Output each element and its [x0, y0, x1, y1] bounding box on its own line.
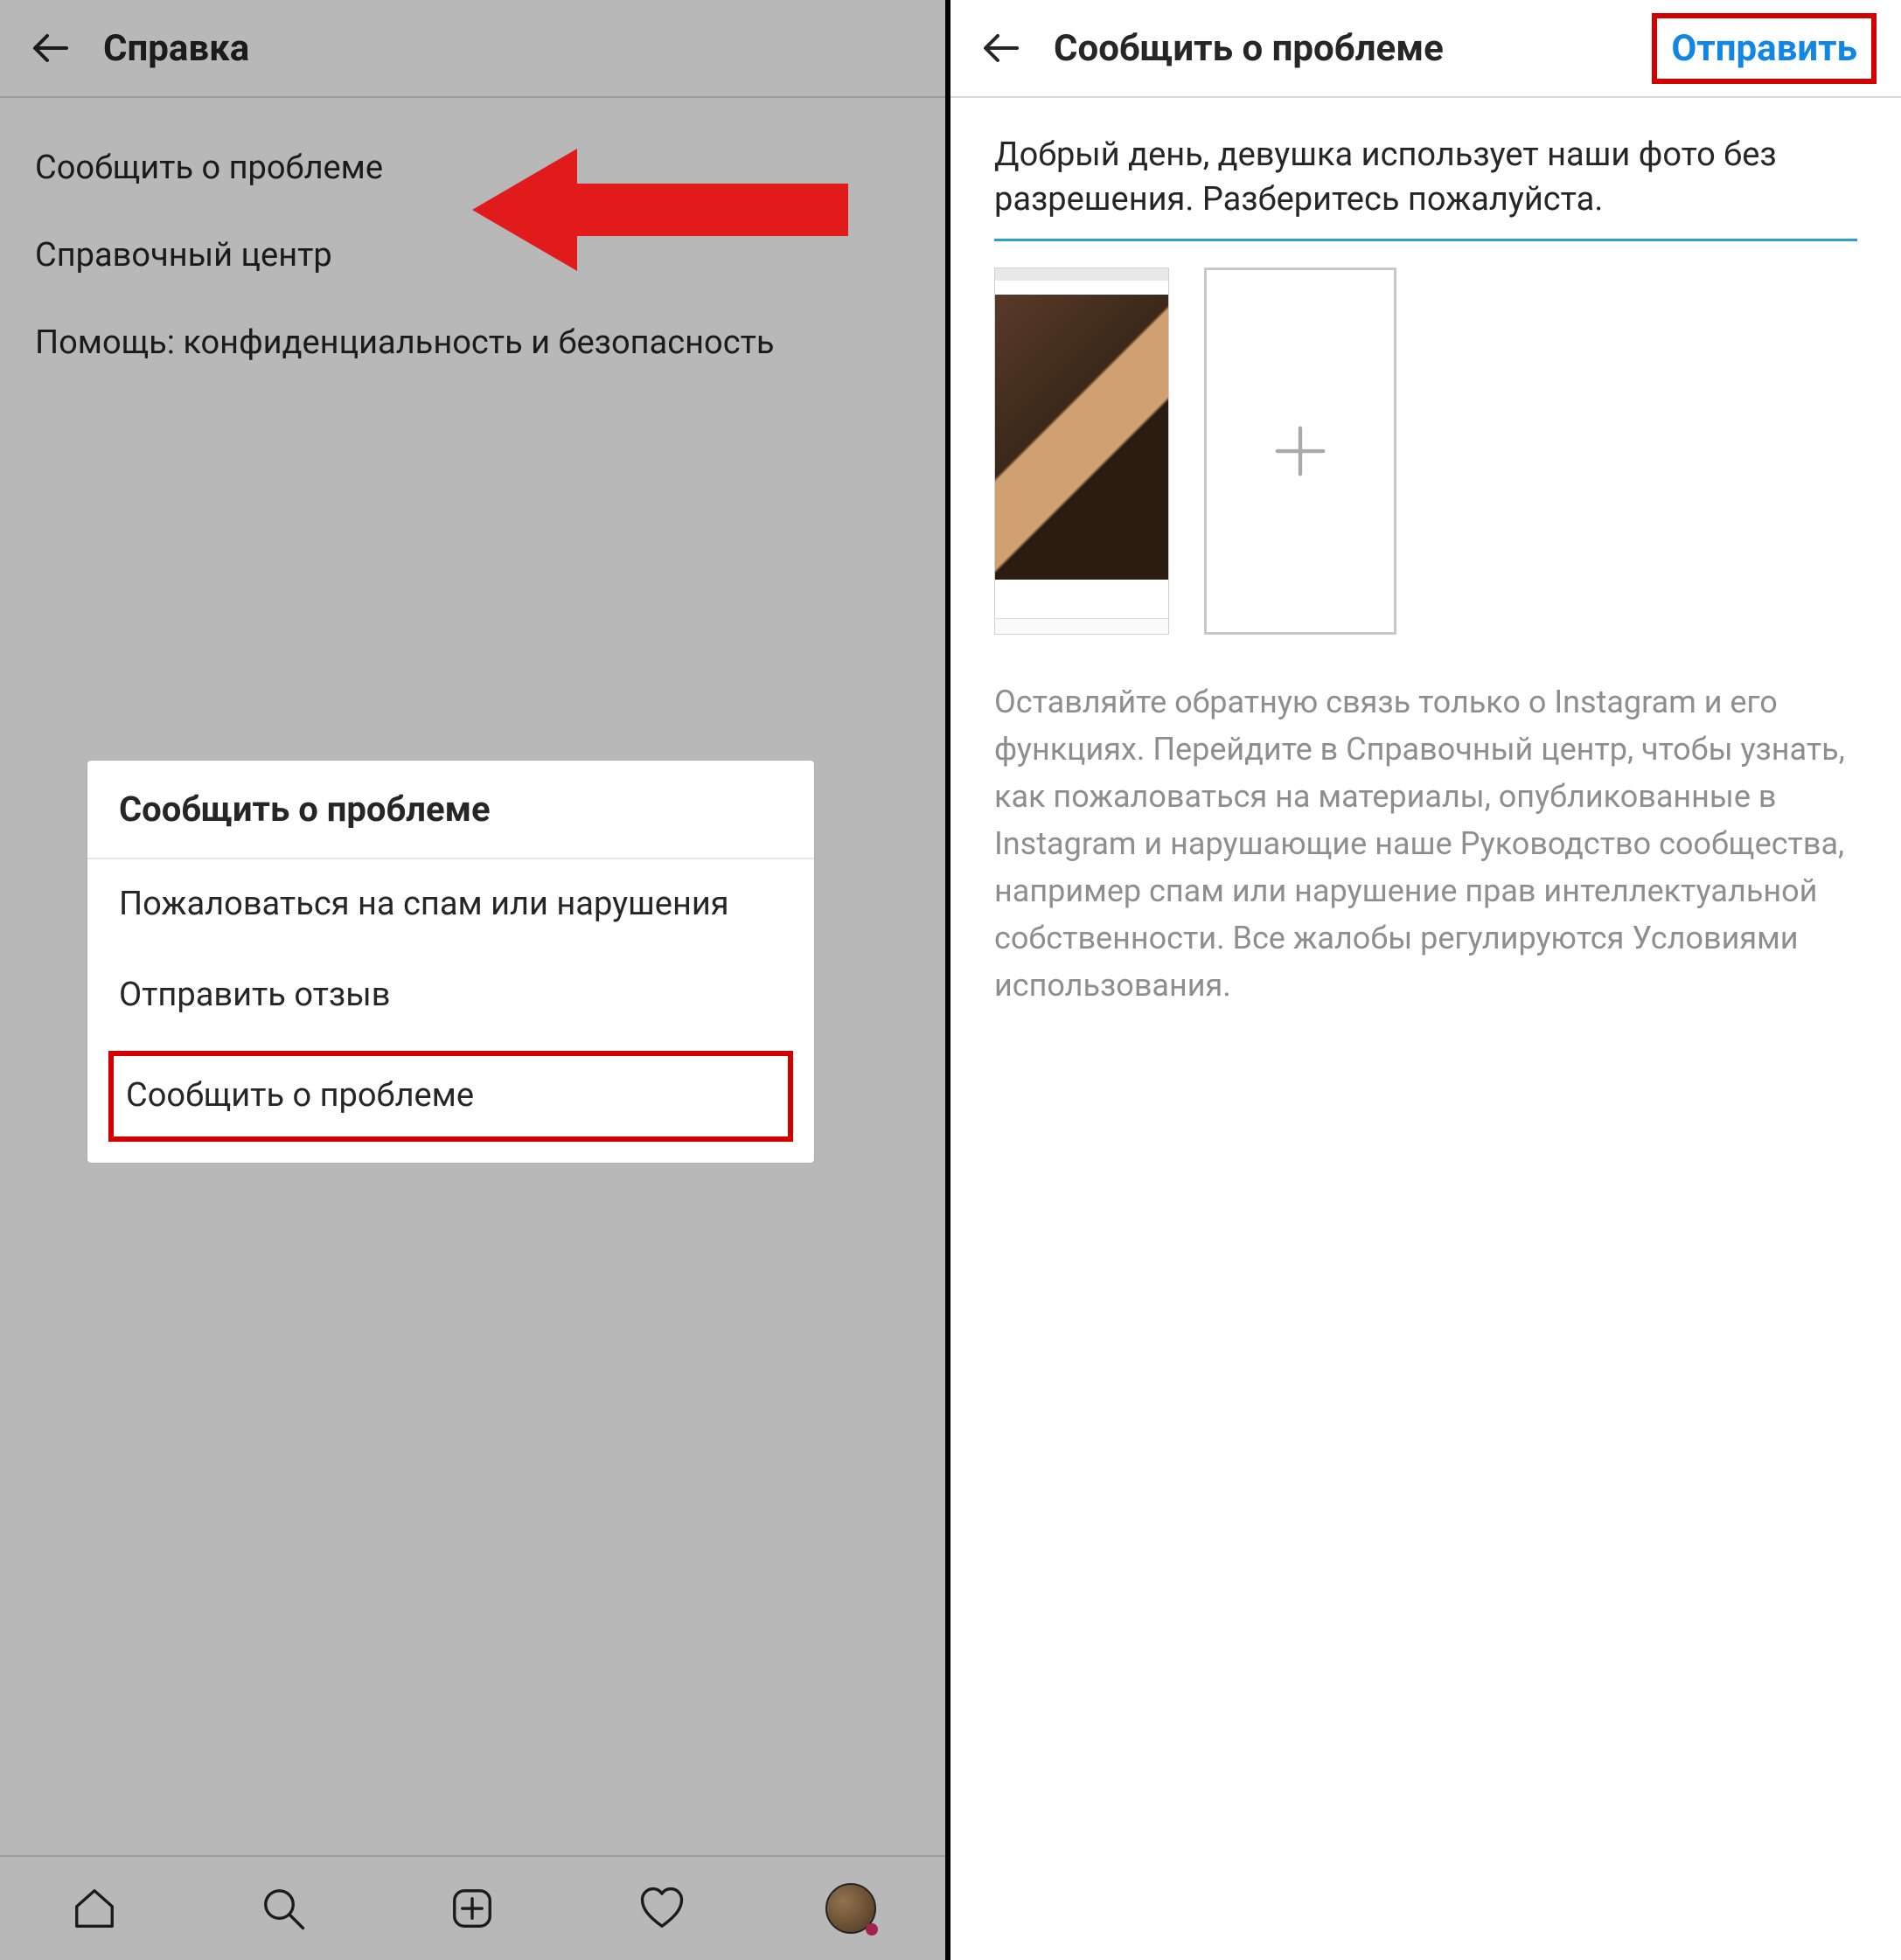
back-button[interactable] — [24, 22, 77, 74]
dialog-item-feedback[interactable]: Отправить отзыв — [87, 950, 814, 1041]
attachment-thumbnail[interactable] — [994, 268, 1169, 635]
right-header: Сообщить о проблеме Отправить — [950, 0, 1901, 98]
home-icon[interactable] — [68, 1882, 121, 1935]
left-screen: Справка Сообщить о проблеме Справочный ц… — [0, 0, 950, 1960]
profile-avatar[interactable] — [825, 1882, 877, 1935]
report-text-input[interactable]: Добрый день, девушка использует наши фот… — [994, 133, 1857, 241]
bottom-nav — [0, 1855, 945, 1960]
helper-text: Оставляйте обратную связь только о Insta… — [994, 678, 1857, 1009]
right-screen: Сообщить о проблеме Отправить Добрый ден… — [950, 0, 1901, 1960]
dialog-title: Сообщить о проблеме — [87, 761, 814, 859]
search-icon[interactable] — [257, 1882, 310, 1935]
annotation-arrow-icon — [472, 149, 848, 271]
send-button[interactable]: Отправить — [1652, 13, 1877, 84]
page-title: Справка — [103, 27, 921, 70]
left-header: Справка — [0, 0, 945, 98]
menu-item-privacy-safety[interactable]: Помощь: конфиденциальность и безопасност… — [0, 299, 945, 386]
dialog-item-report-problem[interactable]: Сообщить о проблеме — [108, 1051, 793, 1142]
back-button[interactable] — [975, 22, 1027, 74]
report-form: Добрый день, девушка использует наши фот… — [950, 98, 1901, 1044]
page-title: Сообщить о проблеме — [1054, 27, 1652, 70]
add-post-icon[interactable] — [446, 1882, 498, 1935]
attachments-row — [994, 268, 1857, 635]
add-attachment-button[interactable] — [1204, 268, 1396, 635]
dialog-item-spam[interactable]: Пожаловаться на спам или нарушения — [87, 859, 814, 950]
heart-icon[interactable] — [636, 1882, 688, 1935]
report-problem-dialog: Сообщить о проблеме Пожаловаться на спам… — [87, 761, 814, 1163]
